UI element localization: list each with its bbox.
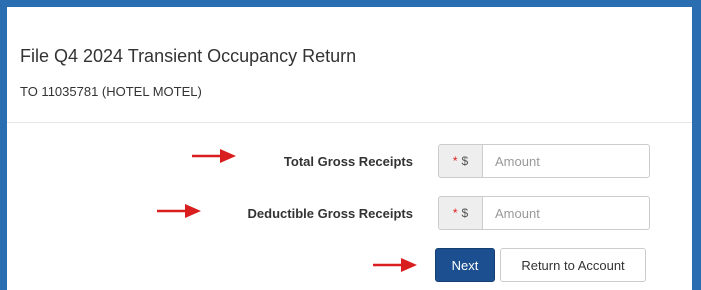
annotation-arrow-icon — [157, 204, 201, 218]
currency-symbol: $ — [461, 154, 469, 168]
return-to-account-button[interactable]: Return to Account — [500, 248, 646, 282]
total-gross-receipts-input[interactable] — [482, 144, 650, 178]
currency-addon: * $ — [438, 144, 482, 178]
annotation-arrow-icon — [192, 149, 236, 163]
annotation-arrow-icon — [373, 258, 417, 272]
panel-header: File Q4 2024 Transient Occupancy Return … — [7, 7, 692, 123]
total-gross-receipts-input-group: * $ — [438, 144, 650, 178]
required-marker: * — [452, 206, 458, 220]
deductible-gross-receipts-input-group: * $ — [438, 196, 650, 230]
page-title: File Q4 2024 Transient Occupancy Return — [20, 46, 357, 66]
return-panel: File Q4 2024 Transient Occupancy Return … — [7, 7, 692, 290]
account-identifier: TO 11035781 (HOTEL MOTEL) — [20, 84, 202, 99]
deductible-gross-receipts-label: Deductible Gross Receipts — [247, 206, 413, 221]
currency-symbol: $ — [461, 206, 469, 220]
next-button[interactable]: Next — [435, 248, 495, 282]
total-gross-receipts-label: Total Gross Receipts — [283, 154, 413, 169]
deductible-gross-receipts-input[interactable] — [482, 196, 650, 230]
currency-addon: * $ — [438, 196, 482, 230]
required-marker: * — [452, 154, 458, 168]
